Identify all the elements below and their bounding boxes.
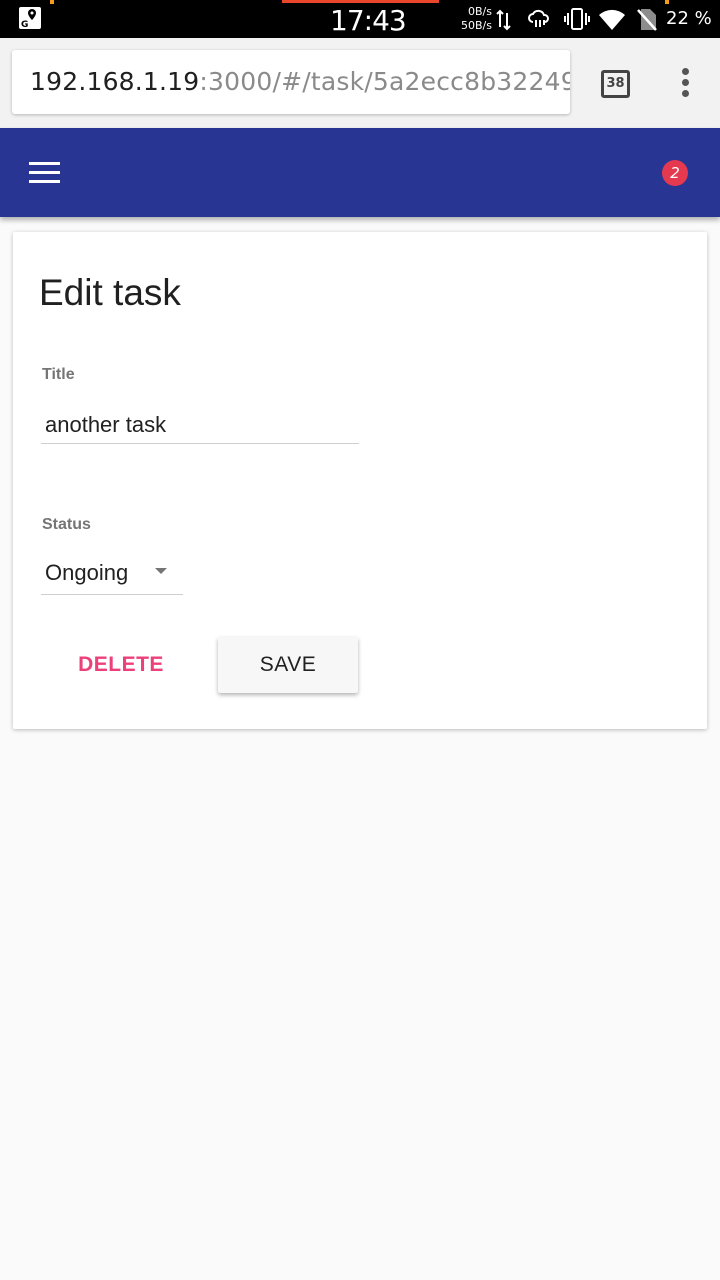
save-button[interactable]: SAVE xyxy=(218,637,358,693)
vibrate-icon xyxy=(564,8,590,30)
status-field-label: Status xyxy=(42,516,91,533)
url-host: 192.168.1.19 xyxy=(30,67,200,96)
more-options-icon[interactable] xyxy=(676,68,694,104)
hamburger-menu-icon[interactable] xyxy=(29,162,61,184)
edit-task-card: Edit task Title Status Ongoing DELETE SA… xyxy=(13,232,707,729)
delete-button[interactable]: DELETE xyxy=(53,637,189,693)
download-speed: 50B/s xyxy=(461,19,492,32)
upload-speed: 0B/s xyxy=(468,5,492,18)
notification-dot xyxy=(50,0,54,4)
title-input[interactable] xyxy=(41,392,359,444)
svg-text:G: G xyxy=(21,20,28,30)
wifi-icon xyxy=(599,9,625,30)
page-title: Edit task xyxy=(39,272,181,313)
clock: 17:43 xyxy=(330,4,407,37)
browser-toolbar: 192.168.1.19:3000/#/task/5a2ecc8b322491 … xyxy=(0,38,720,128)
notification-dot xyxy=(665,0,669,4)
title-field-label: Title xyxy=(42,366,75,383)
notification-badge[interactable]: 2 xyxy=(662,160,688,186)
network-speed: 0B/s 50B/s xyxy=(458,5,492,33)
url-text[interactable]: 192.168.1.19:3000/#/task/5a2ecc8b322491 xyxy=(30,67,570,96)
battery-level: 22 % xyxy=(666,8,712,29)
system-status-bar: G 17:43 0B/s 50B/s 22 % xyxy=(0,0,720,38)
url-path: :3000/#/task/5a2ecc8b322491 xyxy=(199,67,570,96)
cloud-icon xyxy=(528,9,549,27)
data-transfer-icon xyxy=(496,9,511,31)
address-bar[interactable]: 192.168.1.19:3000/#/task/5a2ecc8b322491 xyxy=(12,50,570,114)
chevron-down-icon xyxy=(155,568,167,574)
call-indicator-strip xyxy=(282,0,439,3)
app-header: 2 xyxy=(0,128,720,217)
tab-switcher-button[interactable]: 38 xyxy=(601,70,630,98)
gps-notification-icon: G xyxy=(19,7,41,30)
no-sim-icon xyxy=(637,9,657,31)
status-dropdown[interactable]: Ongoing xyxy=(41,544,183,595)
status-selected-value: Ongoing xyxy=(45,560,129,585)
